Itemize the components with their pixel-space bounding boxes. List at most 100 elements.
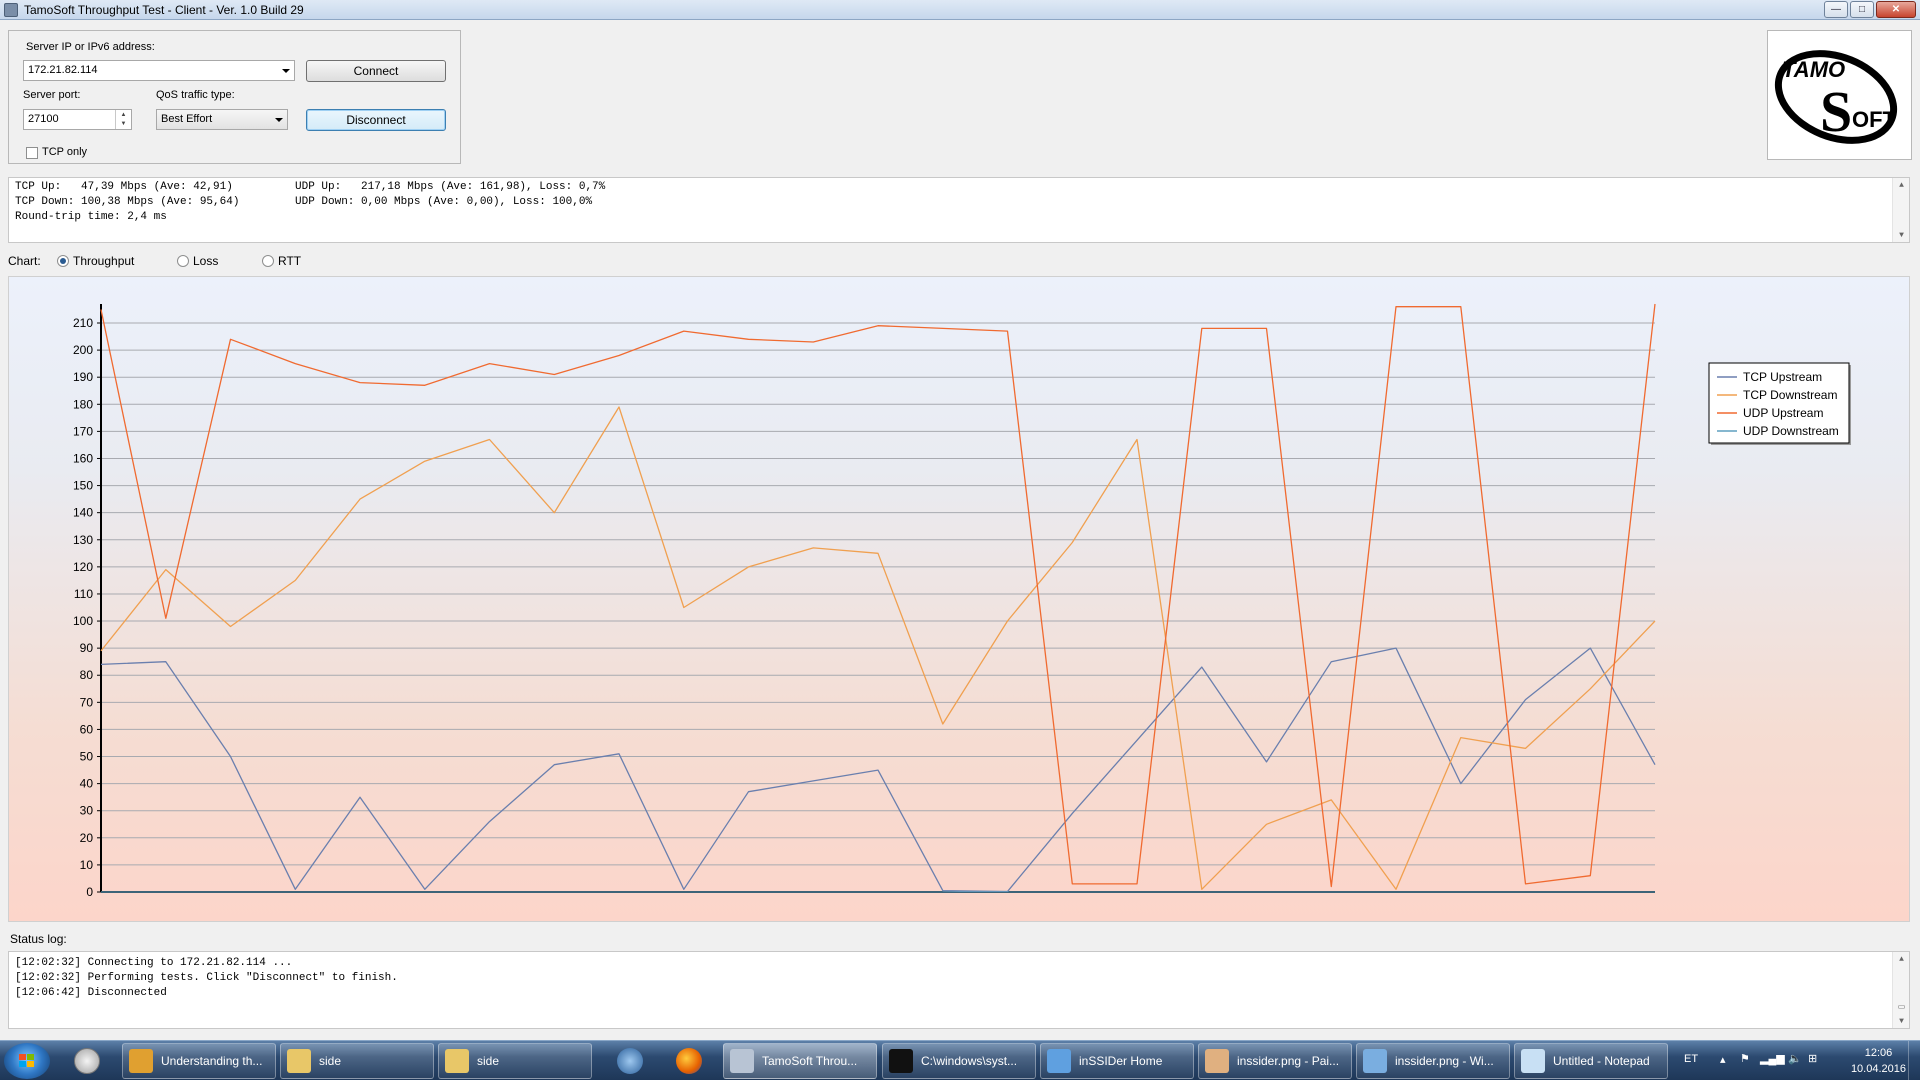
series-line-udp-upstream xyxy=(100,303,1656,888)
y-tick-label: 20 xyxy=(80,831,94,845)
taskbar-item[interactable]: side xyxy=(438,1043,592,1079)
log-scrollbar[interactable]: ▲ ▭ ▼ xyxy=(1892,952,1909,1028)
show-desktop-button[interactable] xyxy=(1908,1041,1920,1080)
taskbar-item[interactable]: inSSIDer Home xyxy=(1040,1043,1194,1079)
taskbar-item-label: C:\windows\syst... xyxy=(921,1054,1018,1068)
windows-logo-icon xyxy=(19,1054,35,1068)
taskbar-item-label: side xyxy=(477,1054,500,1068)
scroll-thumb[interactable]: ▭ xyxy=(1893,1000,1910,1014)
taskbar-app-icon xyxy=(1363,1049,1387,1073)
scroll-down-icon[interactable]: ▼ xyxy=(1893,228,1910,242)
tcp-only-checkbox[interactable] xyxy=(26,147,38,159)
taskbar-item-label: inssider.png - Pai... xyxy=(1237,1054,1340,1068)
y-tick-label: 140 xyxy=(73,506,93,520)
connect-button[interactable]: Connect xyxy=(306,60,446,82)
taskbar-item[interactable]: C:\windows\syst... xyxy=(882,1043,1036,1079)
y-tick-label: 120 xyxy=(73,560,93,574)
log-line: [12:02:32] Connecting to 172.21.82.114 .… xyxy=(15,957,293,969)
volume-icon[interactable]: 🔈 xyxy=(1788,1052,1802,1065)
taskbar-app-icon xyxy=(287,1049,311,1073)
radio-rtt-label[interactable]: RTT xyxy=(278,254,301,268)
y-tick-label: 190 xyxy=(73,370,93,384)
clock-time: 12:06 xyxy=(1864,1047,1893,1059)
window-title: TamoSoft Throughput Test - Client - Ver.… xyxy=(24,2,304,17)
taskbar-app-icon xyxy=(1205,1049,1229,1073)
qos-label: QoS traffic type: xyxy=(156,89,235,101)
tray-expand-icon[interactable]: ▴ xyxy=(1720,1053,1726,1066)
taskbar-item[interactable]: Understanding th... xyxy=(122,1043,276,1079)
y-tick-label: 10 xyxy=(80,858,94,872)
stats-panel: TCP Up: 47,39 Mbps (Ave: 42,91) TCP Down… xyxy=(8,177,1910,243)
taskbar-item[interactable]: Untitled - Notepad xyxy=(1514,1043,1668,1079)
disconnect-button[interactable]: Disconnect xyxy=(306,109,446,131)
pinned-app-icon[interactable] xyxy=(62,1043,112,1079)
language-indicator[interactable]: ET xyxy=(1684,1053,1698,1065)
y-tick-label: 70 xyxy=(80,695,94,709)
stats-scrollbar[interactable]: ▲ ▼ xyxy=(1892,178,1909,242)
radio-throughput[interactable] xyxy=(57,255,69,267)
stat-udp-up: UDP Up: 217,18 Mbps (Ave: 161,98), Loss:… xyxy=(295,181,606,193)
taskbar-app-icon xyxy=(1521,1049,1545,1073)
start-button[interactable] xyxy=(4,1043,50,1079)
clock-date: 10.04.2016 xyxy=(1850,1063,1906,1075)
status-log-label: Status log: xyxy=(10,932,67,946)
minimize-button[interactable]: — xyxy=(1824,1,1848,18)
taskbar-item-label: Understanding th... xyxy=(161,1054,263,1068)
series-line-tcp-upstream xyxy=(100,647,1656,893)
y-tick-label: 200 xyxy=(73,343,93,357)
spin-up-icon[interactable]: ▲ xyxy=(116,110,131,119)
action-center-icon[interactable]: ⚑ xyxy=(1740,1052,1750,1065)
chart-selector-label: Chart: xyxy=(8,254,41,268)
stat-udp-down: UDP Down: 0,00 Mbps (Ave: 0,00), Loss: 1… xyxy=(295,196,593,208)
chart-selector: Chart: Throughput Loss RTT xyxy=(8,253,408,269)
scroll-down-icon[interactable]: ▼ xyxy=(1893,1014,1910,1028)
y-tick-label: 90 xyxy=(80,641,94,655)
server-port-label: Server port: xyxy=(23,89,81,101)
clock[interactable]: 12:06 10.04.2016 xyxy=(1851,1045,1906,1077)
server-port-spinner[interactable]: 27100 ▲ ▼ xyxy=(23,109,132,130)
taskbar-item[interactable]: side xyxy=(280,1043,434,1079)
taskbar-app-icon xyxy=(1047,1049,1071,1073)
server-address-label: Server IP or IPv6 address: xyxy=(26,41,155,53)
scroll-up-icon[interactable]: ▲ xyxy=(1893,178,1910,192)
legend-label: UDP Downstream xyxy=(1743,424,1839,438)
y-tick-label: 110 xyxy=(74,587,93,601)
qos-select[interactable]: Best Effort xyxy=(156,109,288,130)
radio-rtt[interactable] xyxy=(262,255,274,267)
y-tick-label: 50 xyxy=(80,750,94,764)
legend-label: TCP Upstream xyxy=(1743,370,1822,384)
scroll-up-icon[interactable]: ▲ xyxy=(1893,952,1910,966)
server-address-value: 172.21.82.114 xyxy=(28,64,98,76)
logo-text-bottom: OFT xyxy=(1852,107,1897,132)
network-icon[interactable]: ▂▄▆ xyxy=(1760,1052,1785,1065)
taskbar-app-icon xyxy=(129,1049,153,1073)
radio-throughput-label[interactable]: Throughput xyxy=(73,254,134,268)
spin-down-icon[interactable]: ▼ xyxy=(116,119,131,128)
spinner-arrows: ▲ ▼ xyxy=(115,110,131,129)
y-tick-label: 100 xyxy=(73,614,93,628)
y-tick-label: 80 xyxy=(80,668,94,682)
taskbar-item[interactable]: TamoSoft Throu... xyxy=(723,1043,877,1079)
radio-loss[interactable] xyxy=(177,255,189,267)
qos-value: Best Effort xyxy=(161,113,213,125)
legend-label: UDP Upstream xyxy=(1743,406,1823,420)
log-line: [12:02:32] Performing tests. Click "Disc… xyxy=(15,972,398,984)
thunderbird-icon[interactable] xyxy=(605,1043,655,1079)
y-tick-label: 180 xyxy=(73,397,93,411)
y-tick-label: 150 xyxy=(73,479,93,493)
stat-rtt: Round-trip time: 2,4 ms xyxy=(15,211,167,223)
status-log: [12:02:32] Connecting to 172.21.82.114 .… xyxy=(8,951,1910,1029)
taskbar-item[interactable]: inssider.png - Pai... xyxy=(1198,1043,1352,1079)
chevron-down-icon[interactable] xyxy=(275,118,283,122)
radio-loss-label[interactable]: Loss xyxy=(193,254,218,268)
maximize-button[interactable]: □ xyxy=(1850,1,1874,18)
firefox-icon[interactable] xyxy=(664,1043,714,1079)
tcp-only-label: TCP only xyxy=(42,146,88,158)
taskbar-item[interactable]: inssider.png - Wi... xyxy=(1356,1043,1510,1079)
chevron-down-icon[interactable] xyxy=(282,69,290,73)
server-address-combo[interactable]: 172.21.82.114 xyxy=(23,60,295,81)
tamosoft-logo: TAMO S OFT xyxy=(1767,30,1912,160)
close-button[interactable]: ✕ xyxy=(1876,1,1916,18)
y-tick-label: 160 xyxy=(73,451,93,465)
windows-tray-icon[interactable]: ⊞ xyxy=(1808,1052,1817,1065)
